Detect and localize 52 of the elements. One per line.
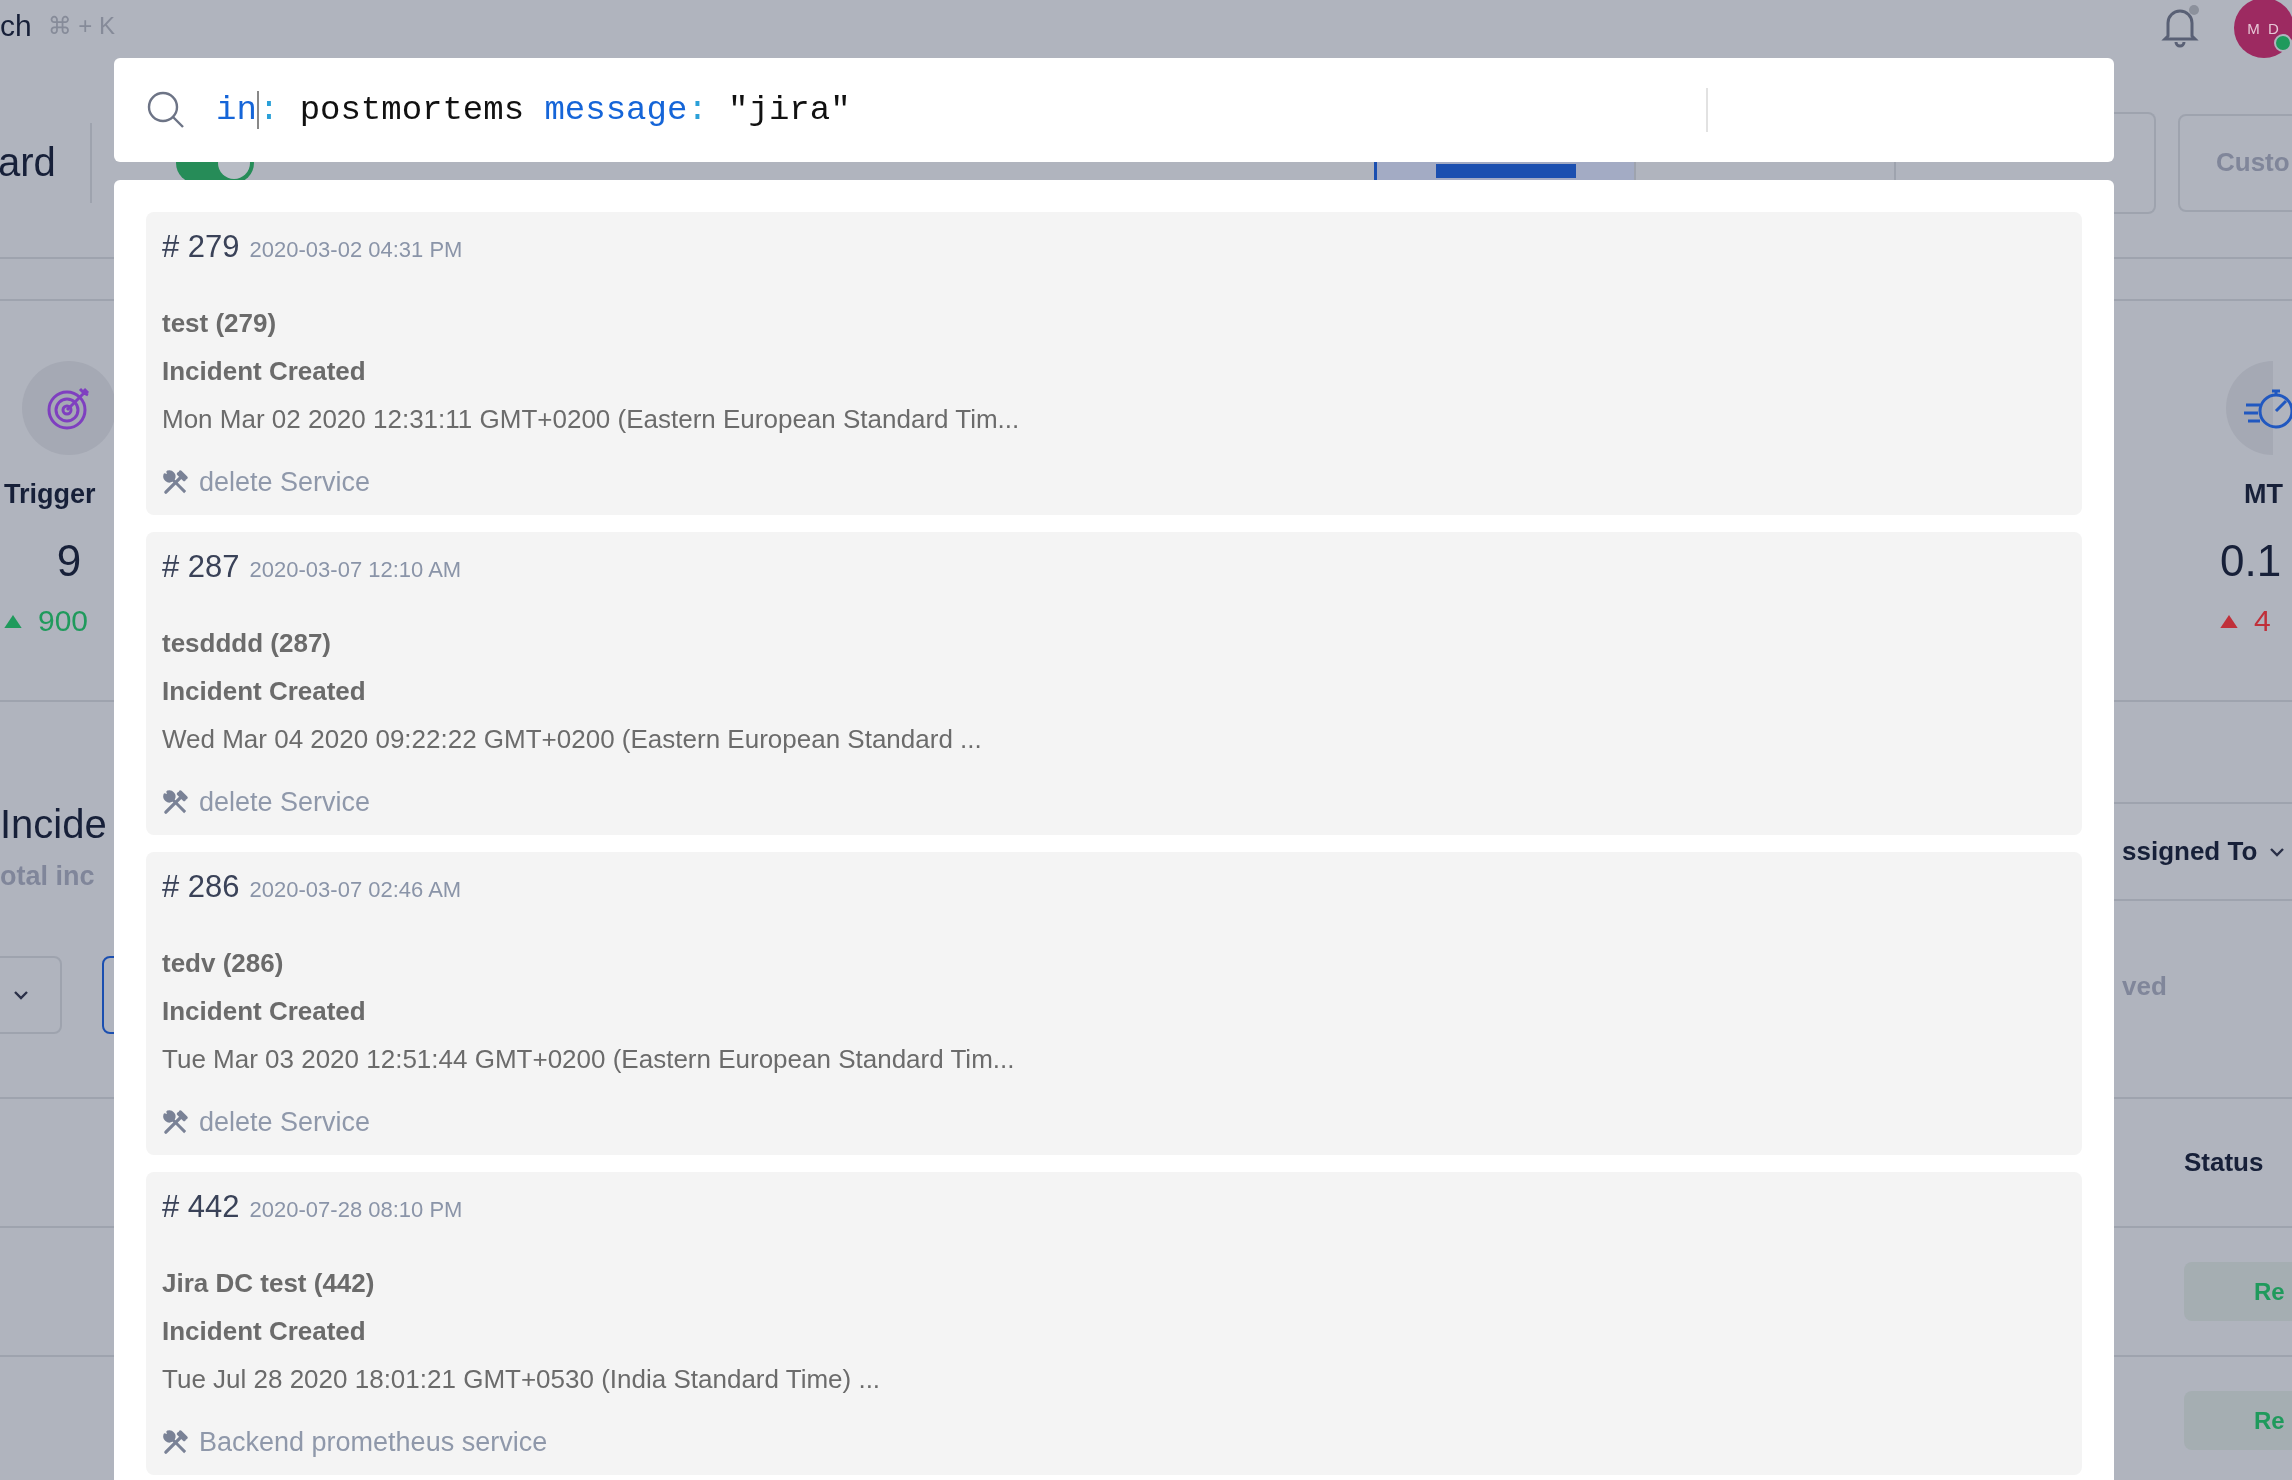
event-message: Wed Mar 04 2020 09:22:22 GMT+0200 (Eastern European Standard ... [162,723,983,756]
page-title: ard [0,140,56,185]
result-card[interactable]: # 287 2020-03-07 12:10 AM tesdddd (287) Incident Created Wed Mar 04 2020 09:22:22 GMT+0200 (Eastern European Standard ... delete Service [146,532,2082,835]
chevron-down-icon [13,990,29,1000]
stat-value: 9 [56,536,82,586]
incident-number: # 279 [162,228,240,266]
target-icon [22,361,116,455]
search-icon [146,90,186,130]
result-card[interactable]: # 279 2020-03-02 04:31 PM test (279) Incident Created Mon Mar 02 2020 12:31:11 GMT+0200 (Eastern European Standard Tim... delete Service [146,212,2082,515]
service-name: delete Service [199,1106,371,1138]
incident-number: # 287 [162,548,240,586]
tools-icon [162,1428,189,1456]
incident-time: 2020-03-02 04:31 PM [249,236,463,264]
service-name: Backend prometheus service [199,1426,548,1458]
user-avatar[interactable]: M D [2234,0,2292,58]
event-label: Incident Created [162,1315,367,1348]
stat-label: MT [2244,479,2283,510]
search-label[interactable]: ch [0,9,32,43]
section-title: Incide [0,802,108,847]
status-badge: Re [2184,1262,2292,1321]
tools-icon [162,468,189,496]
incident-title: test (279) [162,307,278,340]
stat-value: 0.1 [2220,536,2282,586]
bell-icon[interactable] [2160,4,2200,48]
service-name: delete Service [199,786,371,818]
stat-change: 4 [2254,604,2271,638]
incident-number: # 286 [162,868,240,906]
column-header: Status [2184,1147,2265,1178]
event-label: Incident Created [162,995,367,1028]
incident-time: 2020-03-07 12:10 AM [249,556,462,584]
service-name: delete Service [199,466,371,498]
result-card[interactable]: # 286 2020-03-07 02:46 AM tedv (286) Incident Created Tue Mar 03 2020 12:51:44 GMT+0200 (Eastern European Standard Tim... delete Service [146,852,2082,1155]
incident-time: 2020-03-07 02:46 AM [249,876,462,904]
status-badge: Re [2184,1391,2292,1450]
incident-number: # 442 [162,1188,240,1226]
incident-time: 2020-07-28 08:10 PM [249,1196,463,1224]
search-field[interactable]: in: postmortems message: "jira" [216,91,1706,129]
tools-icon [162,788,189,816]
event-message: Tue Jul 28 2020 18:01:21 GMT+0530 (India Standard Time) ... [162,1363,882,1396]
incident-title: tesdddd (287) [162,627,333,660]
stat-change: 900 [38,604,89,638]
event-message: Mon Mar 02 2020 12:31:11 GMT+0200 (Eastern European Standard Tim... [162,403,1021,436]
assigned-to-filter[interactable]: ssigned To [2122,836,2258,867]
incident-title: tedv (286) [162,947,285,980]
event-message: Tue Mar 03 2020 12:51:44 GMT+0200 (Eastern European Standard Tim... [162,1043,1016,1076]
event-label: Incident Created [162,675,367,708]
stat-label: Trigger [4,479,96,510]
chevron-down-icon [2269,846,2286,857]
tools-icon [162,1108,189,1136]
event-label: Incident Created [162,355,367,388]
incident-title: Jira DC test (442) [162,1267,376,1300]
result-card[interactable]: # 442 2020-07-28 08:10 PM Jira DC test (442) Incident Created Tue Jul 28 2020 18:01:21 GMT+0530 (India Standard Time) ... Backend prometheus service [146,1172,2082,1475]
